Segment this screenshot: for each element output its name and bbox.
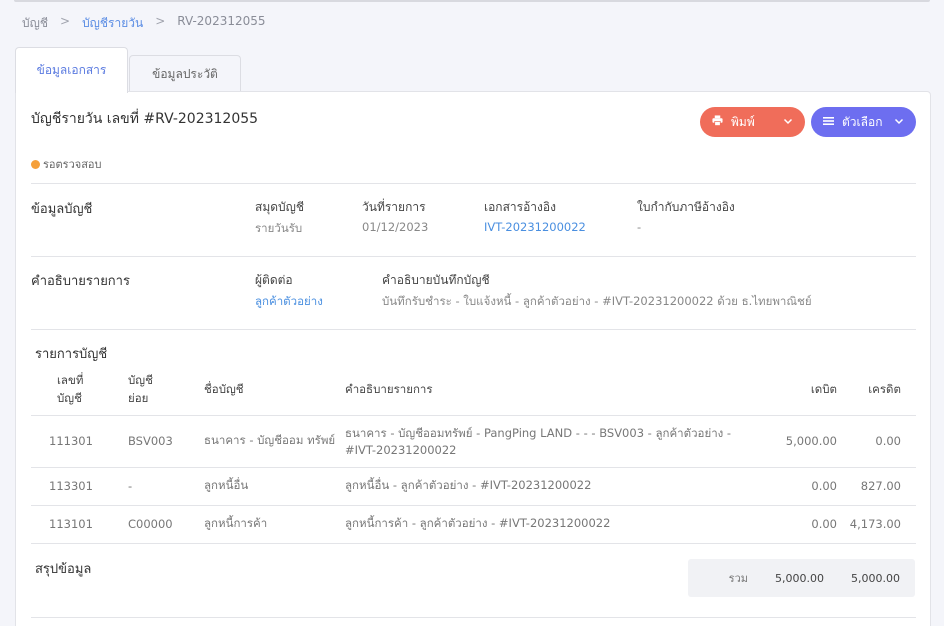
status-badge: รอตรวจสอบ [31,155,102,173]
total-label: รวม [728,572,748,585]
cell-sub-account: BSV003 [124,415,200,468]
date-field: วันที่รายการ 01/12/2023 [362,198,428,234]
cell-sub-account: C00000 [124,505,200,544]
ref-doc-label: เอกสารอ้างอิง [484,200,556,214]
menu-icon [823,115,834,129]
contact-field: ผู้ติดต่อ ลูกค้าตัวอย่าง [255,271,323,311]
ref-doc-field: เอกสารอ้างอิง IVT-20231200022 [484,198,586,234]
tab-bar: ข้อมูลเอกสาร ข้อมูลประวัติ [15,47,242,93]
table-row: 111301 BSV003 ธนาคาร - บัญชีออม ทรัพย์ ธ… [31,415,916,468]
date-value: 01/12/2023 [362,220,429,234]
contact-link[interactable]: ลูกค้าตัวอย่าง [255,293,323,311]
cell-sub-account: - [124,467,200,506]
book-label: สมุดบัญชี [255,200,305,214]
total-debit: 5,000.00 [775,571,824,585]
col-sub-account: บัญชี ย่อย [124,365,200,416]
summary-title: สรุปข้อมูล [35,562,92,577]
divider [31,256,916,257]
note-value: บันทึกรับชำระ - ใบแจ้งหนี้ - ลูกค้าตัวอย… [382,294,812,308]
cell-debit: 0.00 [741,505,841,544]
document-card: บัญชีรายวัน เลขที่ #RV-202312055 พิมพ์ ต… [15,91,931,626]
divider [31,329,916,330]
col-debit: เดบิต [741,365,841,416]
breadcrumb-separator: > [60,14,71,28]
col-account-no: เลขที่ บัญชี [31,365,124,416]
book-field: สมุดบัญชี รายวันรับ [255,198,304,238]
breadcrumb-separator: > [155,14,166,28]
chevron-down-icon [894,116,904,129]
options-label: ตัวเลือก [842,114,883,129]
tab-document-info[interactable]: ข้อมูลเอกสาร [15,47,128,93]
cell-credit: 0.00 [841,415,916,468]
breadcrumb-current: RV-202312055 [177,14,266,28]
total-credit: 5,000.00 [851,571,900,585]
col-account-name: ชื่อบัญชี [200,365,341,416]
entries-table: เลขที่ บัญชี บัญชี ย่อย ชื่อบัญชี คำอธิบาย… [31,365,916,544]
breadcrumb-section[interactable]: บัญชีรายวัน [82,14,143,33]
ref-doc-link[interactable]: IVT-20231200022 [484,220,586,234]
summary-total-box: รวม 5,000.00 5,000.00 [688,559,915,597]
tab-history[interactable]: ข้อมูลประวัติ [129,55,241,92]
cell-description: ลูกหนี้การค้า - ลูกค้าตัวอย่าง - #IVT-20… [341,505,741,544]
cell-account-name: ธนาคาร - บัญชีออม ทรัพย์ [200,415,341,468]
divider [31,183,916,184]
cell-description: ลูกหนี้อื่น - ลูกค้าตัวอย่าง - #IVT-2023… [341,467,741,506]
status-dot-icon [31,159,40,169]
page-title: บัญชีรายวัน เลขที่ #RV-202312055 [31,111,259,127]
status-label: รอตรวจสอบ [43,158,102,171]
print-label: พิมพ์ [731,114,755,129]
options-button[interactable]: ตัวเลือก [811,107,916,137]
book-value: รายวันรับ [255,221,303,235]
table-header-row: เลขที่ บัญชี บัญชี ย่อย ชื่อบัญชี คำอธิบาย… [31,365,916,416]
divider [31,617,916,618]
printer-icon [712,115,723,129]
cell-credit: 4,173.00 [841,505,916,544]
cell-account-no: 111301 [31,415,124,468]
breadcrumb-root[interactable]: บัญชี [22,14,48,33]
cell-debit: 5,000.00 [741,415,841,468]
cell-description: ธนาคาร - บัญชีออมทรัพย์ - PangPing LAND … [341,415,741,468]
date-label: วันที่รายการ [362,200,426,214]
breadcrumb: บัญชี > บัญชีรายวัน > RV-202312055 [22,14,266,33]
tax-ref-field: ใบกำกับภาษีอ้างอิง - [637,198,735,234]
table-row: 113301 - ลูกหนี้อื่น ลูกหนี้อื่น - ลูกค้… [31,467,916,506]
entries-title: รายการบัญชี [35,347,108,362]
table-row: 113101 C00000 ลูกหนี้การค้า ลูกหนี้การค้… [31,505,916,544]
note-field: คำอธิบายบันทึกบัญชี บันทึกรับชำระ - ใบแจ… [382,271,812,311]
top-divider [14,0,930,2]
description-title: คำอธิบายรายการ [31,274,130,289]
cell-debit: 0.00 [741,467,841,506]
contact-label: ผู้ติดต่อ [255,273,293,287]
col-credit: เครดิต [841,365,916,416]
cell-credit: 827.00 [841,467,916,506]
cell-account-no: 113301 [31,467,124,506]
chevron-down-icon [783,116,793,129]
cell-account-name: ลูกหนี้อื่น [200,467,341,506]
cell-account-name: ลูกหนี้การค้า [200,505,341,544]
col-description: คำอธิบายรายการ [341,365,741,416]
tax-ref-label: ใบกำกับภาษีอ้างอิง [637,200,735,214]
cell-account-no: 113101 [31,505,124,544]
note-label: คำอธิบายบันทึกบัญชี [382,273,490,287]
tax-ref-value: - [637,220,642,234]
account-info-title: ข้อมูลบัญชี [31,202,93,217]
print-button[interactable]: พิมพ์ [700,107,805,137]
